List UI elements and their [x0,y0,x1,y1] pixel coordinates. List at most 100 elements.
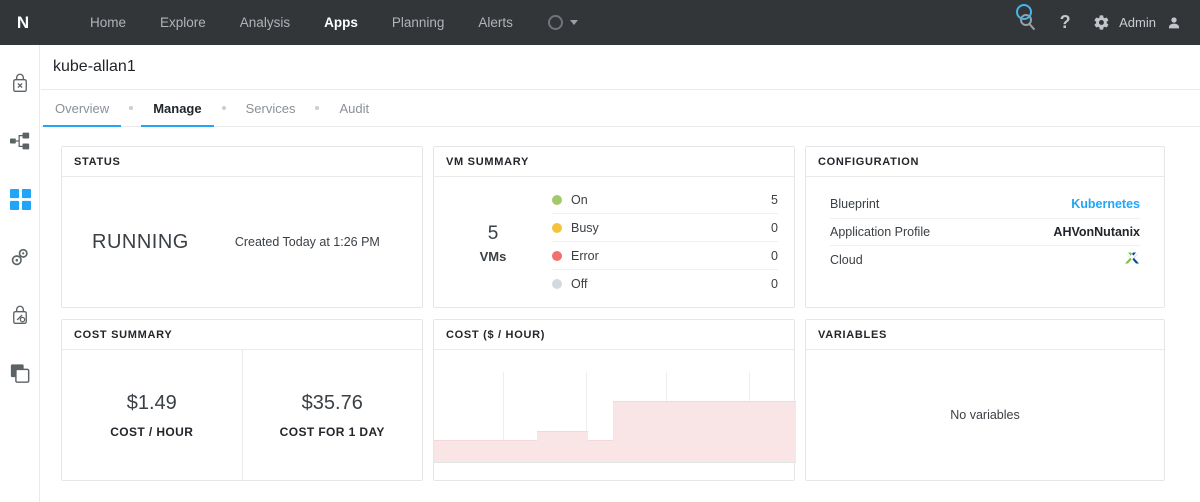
sidebar-item-bag-x[interactable] [0,62,40,104]
vm-summary-card-body: 5 VMs On 5 Busy 0 Error 0 Off 0 [434,177,794,307]
search-button[interactable] [1011,0,1047,45]
vm-total-number: 5 [487,223,499,245]
main-nav-items: Home Explore Analysis Apps Planning Aler… [73,0,578,45]
variables-card-body: No variables [806,350,1164,480]
chart-step-segment [587,439,614,462]
cost-per-hour-amount: $1.49 [126,391,177,414]
tab-underline [141,124,214,127]
context-switcher[interactable] [547,15,578,30]
status-card-body: RUNNING Created Today at 1:26 PM [62,177,422,307]
help-button[interactable]: ? [1047,0,1083,45]
tab-audit-label: Audit [339,100,370,116]
sidebar-item-layers[interactable] [0,352,40,394]
nav-item-analysis[interactable]: Analysis [223,0,307,45]
cost-per-hour-label: COST / HOUR [110,424,194,439]
tab-services[interactable]: Services [244,90,298,127]
cost-chart-card: COST ($ / HOUR) [433,319,796,481]
vm-summary-card-title: VM SUMMARY [446,155,529,168]
status-dot-off [552,279,562,289]
tab-bar: Overview Manage Services Audit [41,90,1200,127]
nav-item-planning[interactable]: Planning [375,0,462,45]
variables-empty-message: No variables [950,408,1020,422]
vm-summary-card-header: VM SUMMARY [434,147,794,177]
vm-total: 5 VMs [434,220,552,264]
cost-per-day-label: COST FOR 1 DAY [279,424,385,439]
vm-row-error-value: 0 [771,248,778,263]
vm-row-busy[interactable]: Busy 0 [552,214,778,242]
config-cloud-value [1124,251,1140,268]
cost-area-chart[interactable] [434,372,796,463]
cost-summary-card-header: COST SUMMARY [62,320,422,350]
config-row-blueprint: Blueprint Kubernetes [830,191,1140,219]
vm-summary-card: VM SUMMARY 5 VMs On 5 Busy 0 Error 0 Off… [433,146,795,308]
config-application-profile-label: Application Profile [830,224,931,239]
logo-letter: N [16,12,29,32]
tab-services-label: Services [245,100,296,116]
vm-row-off[interactable]: Off 0 [552,270,778,298]
config-row-cloud: Cloud [830,246,1140,274]
cost-per-hour-block: $1.49 COST / HOUR [62,350,243,480]
cost-chart-card-header: COST ($ / HOUR) [434,320,794,350]
nav-item-home[interactable]: Home [73,0,143,45]
nav-item-apps[interactable]: Apps [307,0,375,45]
network-nodes-icon [10,132,30,150]
cost-summary-card-body: $1.49 COST / HOUR $35.76 COST FOR 1 DAY [62,350,422,480]
tab-overview-label: Overview [55,100,110,116]
layers-icon [10,363,30,383]
cost-per-day-amount: $35.76 [301,391,363,414]
cost-summary-card: COST SUMMARY $1.49 COST / HOUR $35.76 CO… [61,319,423,481]
cost-chart-card-title: COST ($ / HOUR) [446,328,546,341]
status-dot-on [552,194,562,205]
user-menu-button[interactable] [1162,0,1186,45]
sidebar-item-settings[interactable] [0,236,40,278]
vm-row-busy-value: 0 [771,220,778,235]
config-cloud-label: Cloud [830,252,863,267]
sidebar-item-apps[interactable] [0,178,40,220]
vm-status-list: On 5 Busy 0 Error 0 Off 0 [552,186,794,298]
config-application-profile-value: AHVonNutanix [1053,224,1140,239]
configuration-card-header: CONFIGURATION [806,147,1164,177]
settings-button[interactable] [1083,0,1119,45]
configuration-card: CONFIGURATION Blueprint Kubernetes Appli… [805,146,1165,308]
status-dot-error [552,250,562,261]
left-icon-rail [0,45,40,502]
vm-row-on[interactable]: On 5 [552,186,778,214]
vm-total-label: VMs [479,248,507,264]
nutanix-logo[interactable]: N [0,0,45,45]
vm-row-off-value: 0 [771,277,778,291]
status-value: RUNNING [92,230,189,253]
vm-row-error-label: Error [571,248,599,263]
vm-row-off-label: Off [571,277,588,291]
tab-separator-dot [315,106,320,110]
tab-manage-label: Manage [153,100,202,116]
cost-summary-card-title: COST SUMMARY [74,328,173,341]
sidebar-item-network[interactable] [0,120,40,162]
tab-manage[interactable]: Manage [141,90,214,127]
admin-label: Admin [1119,15,1156,30]
variables-card-header: VARIABLES [806,320,1164,350]
config-blueprint-value[interactable]: Kubernetes [1071,197,1140,211]
config-blueprint-label: Blueprint [830,197,880,212]
variables-card-title: VARIABLES [818,328,888,341]
page-header: kube-allan1 [41,45,1200,90]
status-dot-busy [552,222,562,233]
gears-icon [11,248,28,266]
configuration-card-title: CONFIGURATION [818,155,920,168]
vm-row-on-value: 5 [771,192,778,207]
chart-step-segment [537,431,588,462]
top-navigation-bar: N Home Explore Analysis Apps Planning Al… [0,0,1200,45]
tab-separator-dot [221,106,226,110]
page-title: kube-allan1 [53,58,136,75]
nav-item-alerts[interactable]: Alerts [461,0,530,45]
tab-audit[interactable]: Audit [337,90,371,127]
cost-per-day-block: $35.76 COST FOR 1 DAY [243,350,423,480]
circle-icon [547,15,563,30]
chart-step-segment [613,401,796,462]
chevron-down-icon [569,20,578,25]
tab-overview[interactable]: Overview [43,90,122,127]
nav-item-explore[interactable]: Explore [143,0,223,45]
status-card: STATUS RUNNING Created Today at 1:26 PM [61,146,423,308]
status-card-title: STATUS [74,155,121,168]
sidebar-item-bag-gear[interactable] [0,294,40,336]
vm-row-error[interactable]: Error 0 [552,242,778,270]
